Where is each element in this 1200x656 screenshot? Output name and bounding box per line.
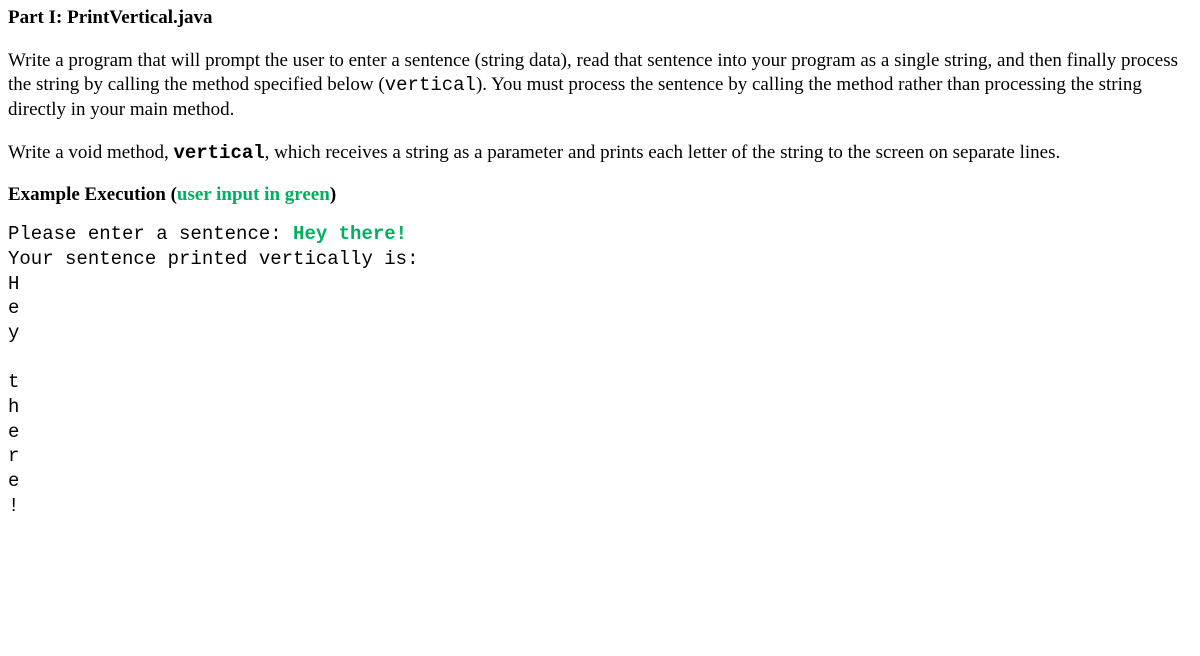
exec-output-line: e — [8, 470, 19, 492]
user-input-hint: user input in green — [177, 184, 330, 205]
p2-code-vertical: vertical — [173, 142, 264, 164]
paragraph-1: Write a program that will prompt the use… — [8, 49, 1192, 123]
paragraph-2: Write a void method, vertical, which rec… — [8, 141, 1192, 166]
exec-output-line: t — [8, 371, 19, 393]
exec-output-line: H — [8, 273, 19, 295]
exec-output-line: e — [8, 297, 19, 319]
exec-prompt: Please enter a sentence: — [8, 223, 293, 245]
exec-user-input: Hey there! — [293, 223, 407, 245]
part-heading: Part I: PrintVertical.java — [8, 6, 1192, 31]
part-filename: PrintVertical.java — [67, 7, 212, 28]
p2-segment2: , which receives a string as a parameter… — [265, 142, 1061, 163]
example-execution-heading: Example Execution (user input in green) — [8, 183, 1192, 208]
exec-output-line: ! — [8, 495, 19, 517]
exec-output-line: h — [8, 396, 19, 418]
part-label: Part I: — [8, 7, 67, 28]
exec-output-line: r — [8, 445, 19, 467]
p1-code-vertical: vertical — [385, 74, 476, 96]
exec-response-label: Your sentence printed vertically is: — [8, 248, 418, 270]
p2-segment1: Write a void method, — [8, 142, 173, 163]
exec-output-line: y — [8, 322, 19, 344]
paren-close: ) — [330, 184, 336, 205]
exec-output-line: e — [8, 421, 19, 443]
example-execution-block: Please enter a sentence: Hey there! Your… — [8, 222, 1192, 518]
example-label: Example Execution — [8, 184, 171, 205]
